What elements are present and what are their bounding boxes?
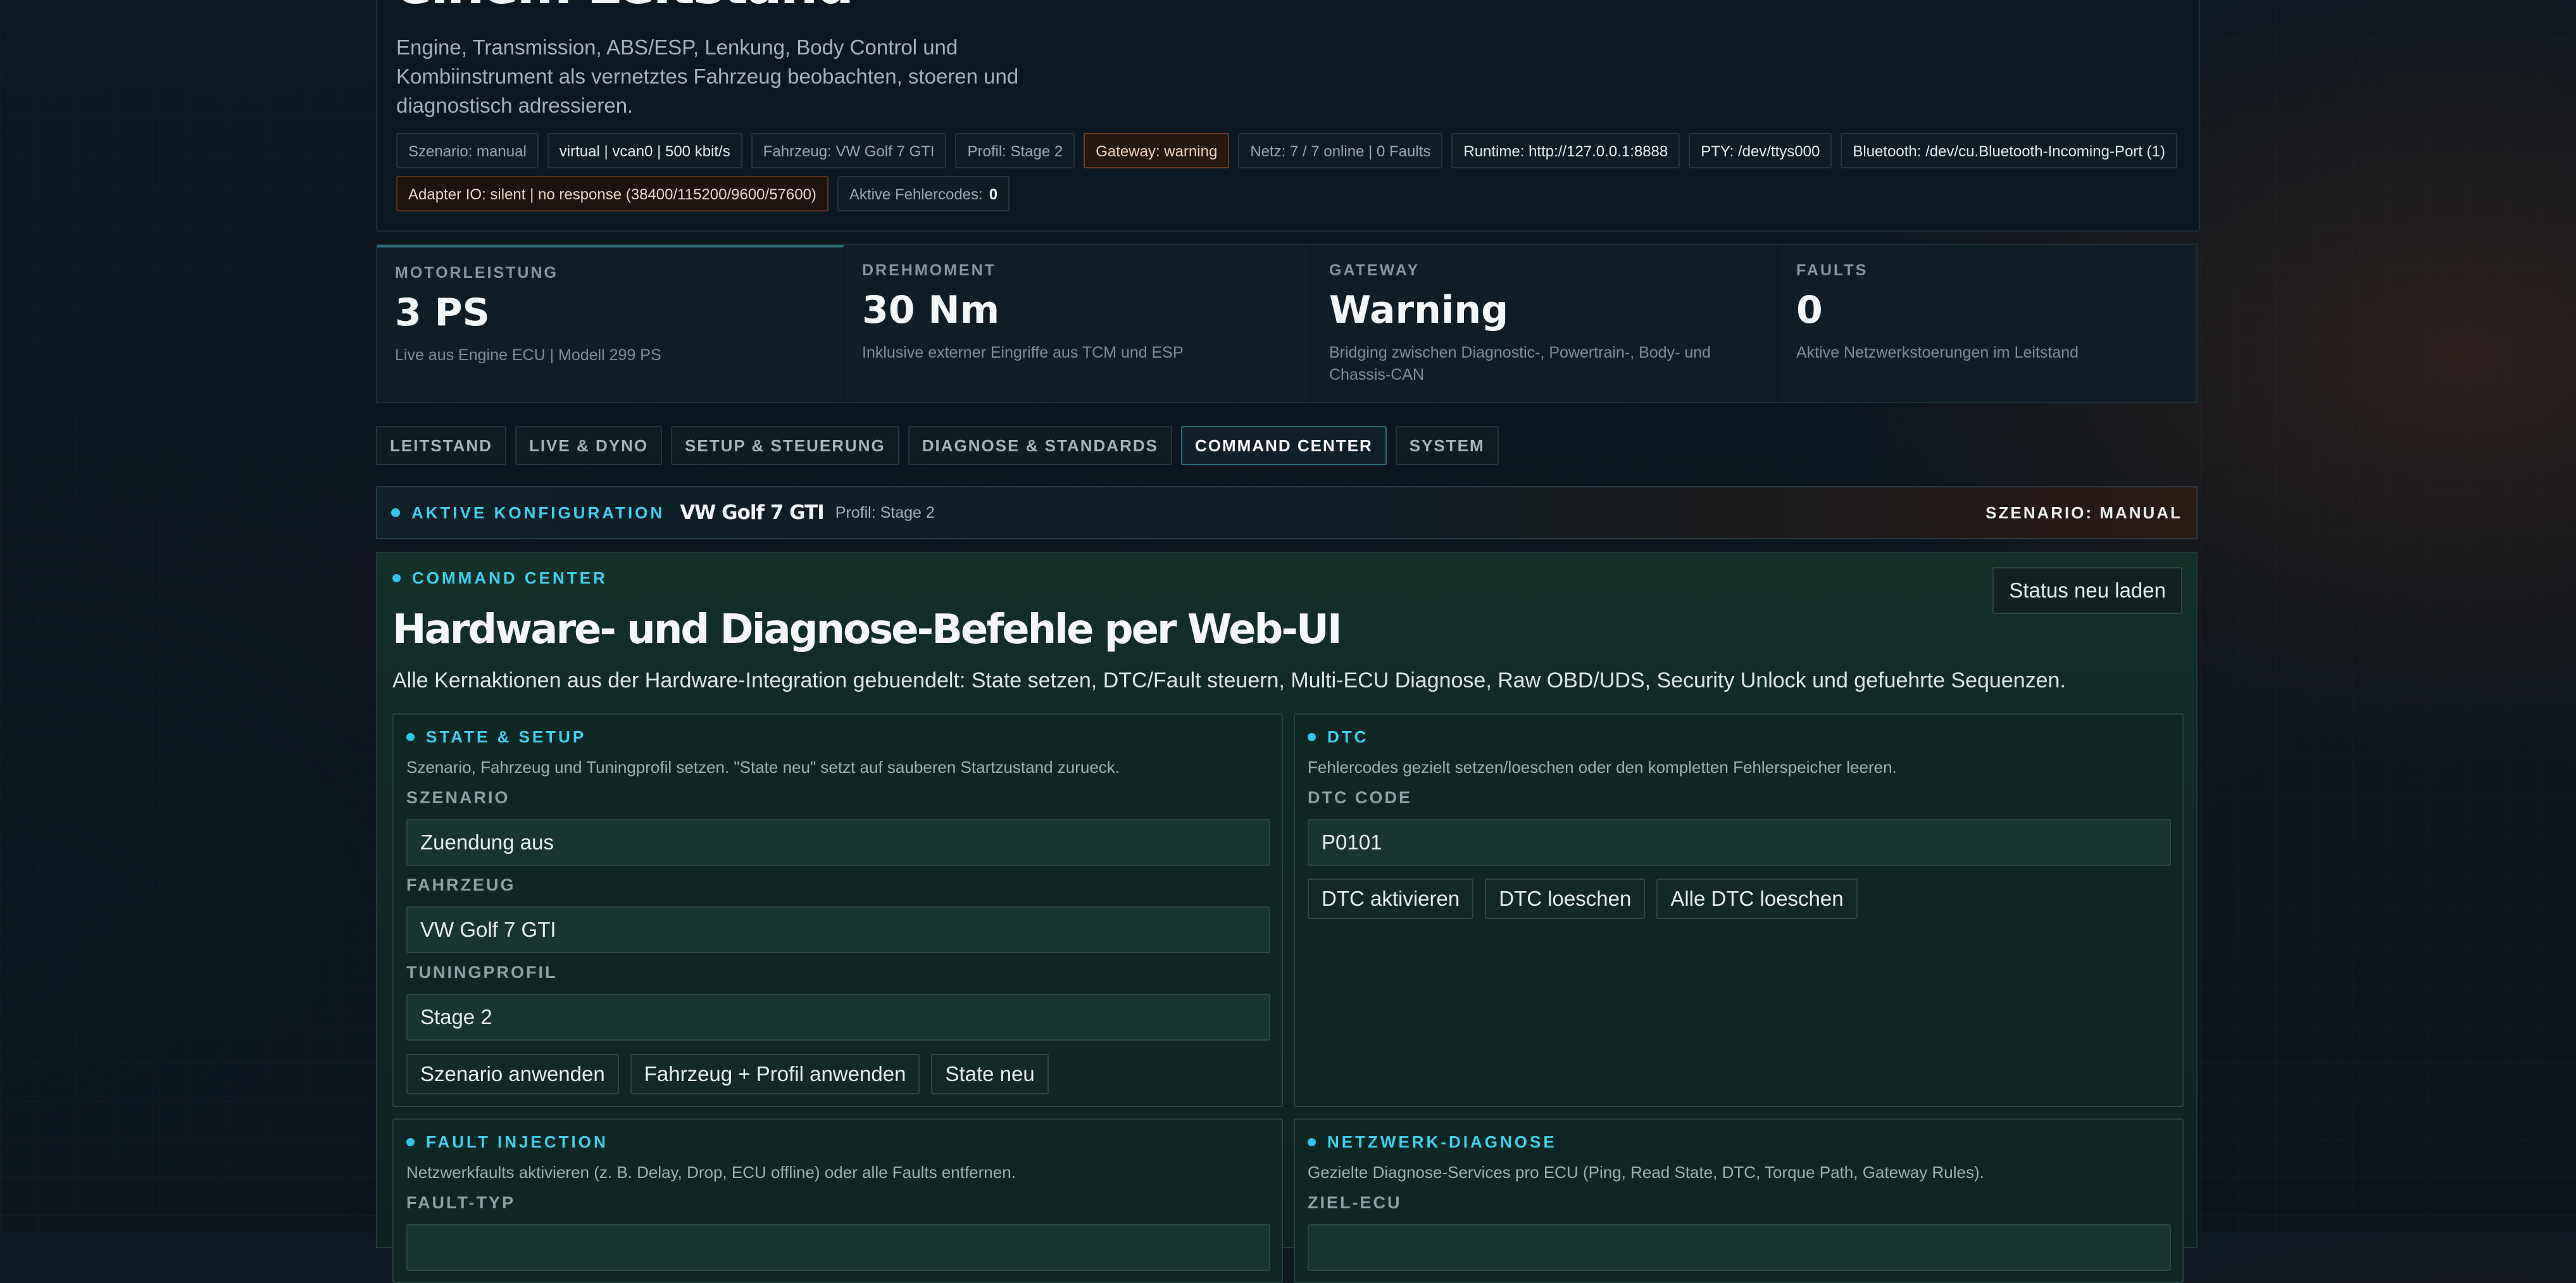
status-chip: Gateway: warning	[1084, 133, 1230, 168]
status-chip: Profil: Stage 2	[955, 133, 1075, 168]
fault-type-label: FAULT-TYP	[406, 1193, 515, 1212]
fault-injection-description: Netzwerkfaults aktivieren (z. B. Delay, …	[406, 1163, 1016, 1182]
fault-injection-label: FAULT INJECTION	[406, 1132, 608, 1152]
background-grid-right	[2200, 0, 2576, 1232]
state-setup-label-text: STATE & SETUP	[426, 727, 587, 746]
status-dot-icon	[406, 733, 415, 741]
active-fault-codes-value: 0	[989, 186, 998, 203]
hero-subtitle: Engine, Transmission, ABS/ESP, Lenkung, …	[396, 35, 1019, 117]
network-diagnosis-label: NETZWERK-DIAGNOSE	[1308, 1132, 1557, 1152]
tab-setup-steuerung[interactable]: SETUP & STEUERUNG	[671, 426, 899, 465]
network-diagnosis-description: Gezielte Diagnose-Services pro ECU (Ping…	[1308, 1163, 1984, 1182]
dtc-label-text: DTC	[1327, 727, 1369, 746]
status-chip: virtual | vcan0 | 500 kbit/s	[547, 133, 742, 168]
dtc-card: DTC Fehlercodes gezielt setzen/loeschen …	[1294, 713, 2184, 1107]
metric-label: DREHMOMENT	[862, 261, 996, 279]
szenario-label: SZENARIO	[406, 788, 510, 807]
tab-live-dyno[interactable]: LIVE & DYNO	[515, 426, 663, 465]
metric-label: FAULTS	[1796, 261, 1868, 279]
active-config-bar: AKTIVE KONFIGURATION VW Golf 7 GTI Profi…	[376, 486, 2198, 539]
reload-status-button[interactable]: Status neu laden	[1992, 567, 2182, 614]
network-diagnosis-card: NETZWERK-DIAGNOSE Gezielte Diagnose-Serv…	[1294, 1118, 2184, 1283]
tuningprofil-select[interactable]: Stage 2	[406, 994, 1270, 1041]
dtc-clear-button[interactable]: DTC loeschen	[1485, 879, 1646, 919]
metric-label: GATEWAY	[1329, 261, 1420, 279]
state-setup-card: STATE & SETUP Szenario, Fahrzeug und Tun…	[392, 713, 1283, 1107]
fahrzeug-label: FAHRZEUG	[406, 875, 516, 894]
active-scenario: SZENARIO: MANUAL	[1985, 503, 2182, 522]
command-center-panel: COMMAND CENTER Status neu laden Hardware…	[376, 552, 2198, 1283]
status-chip: Runtime: http://127.0.0.1:8888	[1451, 133, 1680, 168]
status-chip: PTY: /dev/ttys000	[1689, 133, 1832, 168]
status-dot-icon	[392, 574, 401, 582]
status-dot-icon	[1308, 733, 1316, 741]
target-ecu-label: ZIEL-ECU	[1308, 1193, 1402, 1212]
hero-panel: einem Leitstand Engine, Transmission, AB…	[376, 0, 2200, 232]
command-center-label: COMMAND CENTER	[392, 568, 608, 588]
metric-description: Bridging zwischen Diagnostic-, Powertrai…	[1329, 344, 1711, 384]
metric-description: Inklusive externer Eingriffe aus TCM und…	[862, 344, 1184, 361]
metrics-strip: MOTORLEISTUNG 3 PS Live aus Engine ECU |…	[376, 244, 2198, 403]
status-dot-icon	[406, 1138, 415, 1146]
command-center-title: Hardware- und Diagnose-Befehle per Web-U…	[392, 606, 1342, 653]
fault-injection-label-text: FAULT INJECTION	[426, 1132, 608, 1151]
active-profile: Profil: Stage 2	[835, 503, 935, 522]
metric-value: 30 Nm	[862, 288, 1000, 332]
metric-value: 0	[1796, 288, 1823, 332]
dtc-code-label: DTC CODE	[1308, 788, 1412, 807]
status-chip: Szenario: manual	[396, 133, 539, 168]
metric-description: Live aus Engine ECU | Modell 299 PS	[395, 346, 661, 364]
status-chip: Netz: 7 / 7 online | 0 Faults	[1238, 133, 1443, 168]
network-diagnosis-label-text: NETZWERK-DIAGNOSE	[1327, 1132, 1557, 1151]
active-vehicle: VW Golf 7 GTI	[680, 501, 825, 524]
target-ecu-select[interactable]	[1308, 1224, 2171, 1271]
metric-faults: FAULTS 0 Aktive Netzwerkstoerungen im Le…	[1779, 245, 2244, 402]
apply-scenario-button[interactable]: Szenario anwenden	[406, 1054, 619, 1094]
dtc-clear-all-button[interactable]: Alle DTC loeschen	[1656, 879, 1858, 919]
tab-leitstand[interactable]: LEITSTAND	[376, 426, 506, 465]
metric-gateway: GATEWAY Warning Bridging zwischen Diagno…	[1311, 245, 1779, 402]
adapter-io-chip: Adapter IO: silent | no response (38400/…	[396, 176, 828, 211]
hero-title: einem Leitstand	[396, 0, 854, 11]
dtc-actions: DTC aktivieren DTC loeschen Alle DTC loe…	[1308, 879, 1858, 919]
fault-type-select[interactable]	[406, 1224, 1270, 1271]
active-fault-codes-chip: Aktive Fehlercodes: 0	[837, 176, 1010, 211]
tuningprofil-label: TUNINGPROFIL	[406, 963, 558, 982]
active-fault-codes-label: Aktive Fehlercodes:	[849, 186, 983, 203]
metric-label: MOTORLEISTUNG	[395, 264, 558, 282]
fault-injection-card: FAULT INJECTION Netzwerkfaults aktiviere…	[392, 1118, 1283, 1283]
metric-description: Aktive Netzwerkstoerungen im Leitstand	[1796, 344, 2079, 361]
dtc-code-input[interactable]: P0101	[1308, 819, 2171, 866]
active-config-label: AKTIVE KONFIGURATION	[411, 503, 665, 522]
command-center-label-text: COMMAND CENTER	[412, 568, 608, 587]
background-grid-left	[0, 0, 376, 1232]
metric-drehmoment: DREHMOMENT 30 Nm Inklusive externer Eing…	[844, 245, 1311, 402]
status-chip-list: Szenario: manual virtual | vcan0 | 500 kb…	[396, 133, 2181, 211]
dtc-label: DTC	[1308, 727, 1368, 747]
state-setup-label: STATE & SETUP	[406, 727, 586, 747]
metric-value: Warning	[1329, 288, 1509, 332]
metric-motorleistung: MOTORLEISTUNG 3 PS Live aus Engine ECU |…	[377, 245, 844, 402]
status-dot-icon	[1308, 1138, 1316, 1146]
apply-vehicle-profile-button[interactable]: Fahrzeug + Profil anwenden	[630, 1054, 920, 1094]
dtc-activate-button[interactable]: DTC aktivieren	[1308, 879, 1474, 919]
szenario-select[interactable]: Zuendung aus	[406, 819, 1270, 866]
main-tabs: LEITSTAND LIVE & DYNO SETUP & STEUERUNG …	[376, 426, 1499, 465]
state-setup-description: Szenario, Fahrzeug und Tuningprofil setz…	[406, 758, 1120, 777]
fahrzeug-select[interactable]: VW Golf 7 GTI	[406, 906, 1270, 953]
tab-command-center[interactable]: COMMAND CENTER	[1180, 426, 1387, 465]
state-reset-button[interactable]: State neu	[931, 1054, 1049, 1094]
tab-system[interactable]: SYSTEM	[1395, 426, 1499, 465]
command-center-description: Alle Kernaktionen aus der Hardware-Integ…	[392, 668, 2066, 692]
status-dot-icon	[391, 508, 400, 517]
metric-value: 3 PS	[395, 291, 490, 335]
dtc-description: Fehlercodes gezielt setzen/loeschen oder…	[1308, 758, 1897, 777]
status-chip: Fahrzeug: VW Golf 7 GTI	[751, 133, 947, 168]
status-chip: Bluetooth: /dev/cu.Bluetooth-Incoming-Po…	[1841, 133, 2177, 168]
state-setup-actions: Szenario anwenden Fahrzeug + Profil anwe…	[406, 1054, 1049, 1094]
tab-diagnose-standards[interactable]: DIAGNOSE & STANDARDS	[908, 426, 1172, 465]
